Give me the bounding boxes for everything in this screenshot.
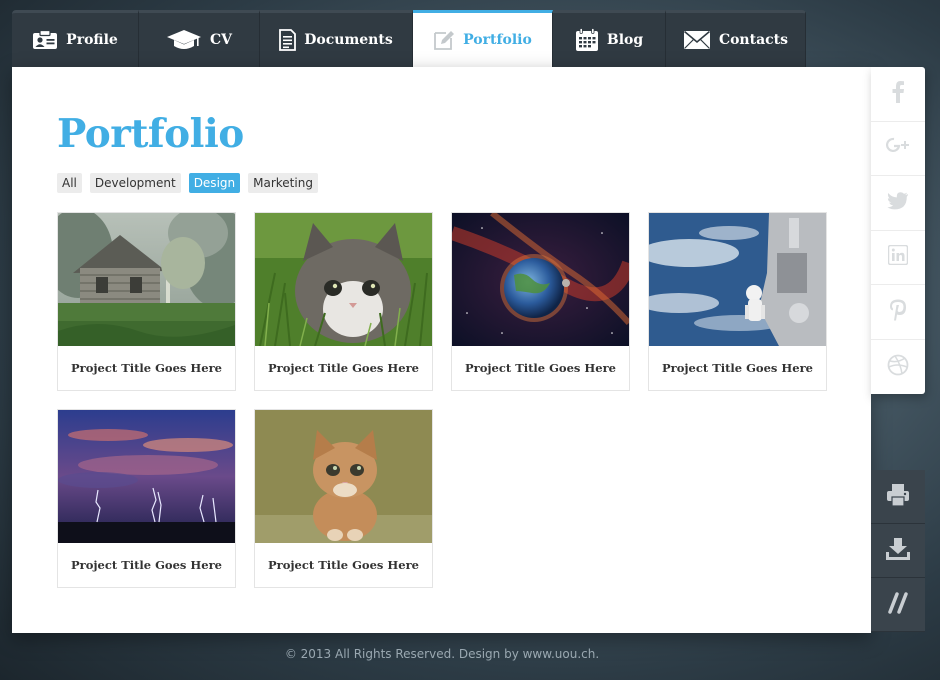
portfolio-item-title: Project Title Goes Here	[268, 361, 419, 375]
document-icon	[279, 29, 297, 51]
google-plus-button[interactable]	[871, 122, 925, 176]
portfolio-thumbnail-kitten	[255, 410, 432, 543]
pinterest-icon	[889, 299, 907, 325]
portfolio-thumbnail-kitten-grass	[255, 213, 432, 346]
tab-documents[interactable]: Documents	[260, 10, 413, 67]
portfolio-item[interactable]: Project Title Goes Here	[648, 212, 827, 391]
portfolio-item[interactable]: Project Title Goes Here	[57, 212, 236, 391]
more-button[interactable]	[871, 578, 925, 632]
main-tab-bar: Profile CV Documents Portfolio Blog Cont…	[12, 10, 806, 67]
envelope-icon	[683, 30, 711, 50]
portfolio-thumbnail-planet	[452, 213, 629, 346]
portfolio-thumbnail-lightning	[58, 410, 235, 543]
tab-contacts[interactable]: Contacts	[666, 10, 806, 67]
linkedin-icon	[887, 245, 909, 269]
portfolio-item-title: Project Title Goes Here	[465, 361, 616, 375]
portfolio-filters: All Development Design Marketing	[57, 173, 318, 193]
footer-copyright: © 2013 All Rights Reserved. Design by ww…	[284, 647, 600, 661]
dribbble-button[interactable]	[871, 340, 925, 395]
twitter-icon	[887, 192, 909, 214]
portfolio-panel: Portfolio All Development Design Marketi…	[12, 67, 871, 633]
tab-label: Portfolio	[463, 32, 532, 48]
dribbble-icon	[887, 354, 909, 380]
portfolio-item[interactable]: Project Title Goes Here	[451, 212, 630, 391]
tab-cv[interactable]: CV	[139, 10, 260, 67]
download-button[interactable]	[871, 524, 925, 578]
tab-blog[interactable]: Blog	[553, 10, 666, 67]
pinterest-button[interactable]	[871, 285, 925, 340]
print-button[interactable]	[871, 470, 925, 524]
tab-label: Blog	[606, 32, 644, 48]
tab-label: CV	[209, 32, 232, 48]
action-bar	[871, 470, 925, 632]
portfolio-thumbnail-astronaut	[649, 213, 826, 346]
google-plus-icon	[886, 136, 910, 160]
tab-profile[interactable]: Profile	[12, 10, 139, 67]
calendar-icon	[575, 28, 599, 52]
social-share-bar	[871, 67, 925, 394]
portfolio-item[interactable]: Project Title Goes Here	[254, 212, 433, 391]
filter-development[interactable]: Development	[89, 173, 181, 193]
tab-label: Contacts	[718, 32, 789, 48]
portfolio-item[interactable]: Project Title Goes Here	[254, 409, 433, 588]
slashes-icon	[888, 591, 908, 618]
portfolio-item-title: Project Title Goes Here	[268, 558, 419, 572]
portfolio-thumbnail-cabin	[58, 213, 235, 346]
facebook-button[interactable]	[871, 67, 925, 122]
portfolio-item[interactable]: Project Title Goes Here	[57, 409, 236, 588]
filter-design[interactable]: Design	[188, 173, 241, 193]
filter-marketing[interactable]: Marketing	[248, 173, 318, 193]
filter-all[interactable]: All	[57, 173, 82, 193]
portfolio-item-title: Project Title Goes Here	[71, 361, 222, 375]
page-title: Portfolio	[57, 111, 244, 157]
tab-label: Documents	[304, 32, 393, 48]
pencil-edit-icon	[433, 29, 455, 51]
portfolio-item-title: Project Title Goes Here	[662, 361, 813, 375]
print-icon	[886, 483, 910, 511]
portfolio-item-title: Project Title Goes Here	[71, 558, 222, 572]
facebook-icon	[891, 80, 905, 107]
download-icon	[885, 537, 911, 565]
linkedin-button[interactable]	[871, 231, 925, 285]
tab-portfolio[interactable]: Portfolio	[413, 10, 553, 67]
graduation-cap-icon	[166, 29, 202, 51]
tab-label: Profile	[66, 32, 118, 48]
twitter-button[interactable]	[871, 176, 925, 231]
id-card-icon	[32, 30, 58, 50]
